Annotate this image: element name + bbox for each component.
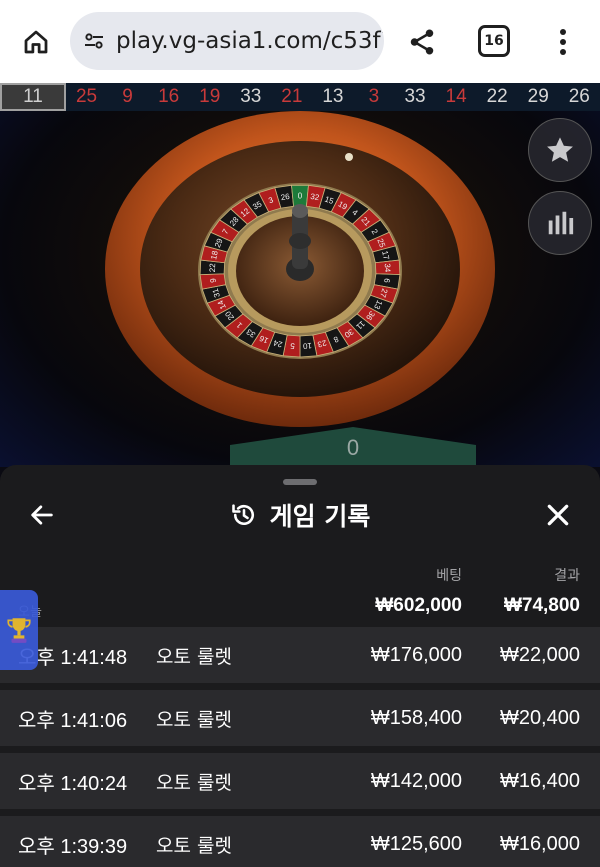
row-game: 오토 룰렛	[156, 771, 232, 794]
result-number: 13	[322, 86, 344, 107]
more-vert-icon[interactable]	[548, 22, 578, 62]
result-number: 29	[527, 86, 549, 107]
row-result: ₩20,400	[499, 706, 580, 729]
row-bet: ₩158,400	[370, 706, 462, 729]
result-number: 11	[0, 83, 66, 111]
table-row[interactable]: 오후 1:40:24 오토 룰렛 ₩142,000 ₩16,400	[0, 753, 600, 809]
result-number: 22	[486, 86, 508, 107]
row-game: 오토 룰렛	[156, 708, 232, 731]
wheel-number: 10	[302, 341, 312, 351]
results-history-strip: 11 25 9 16 19 33 21 13 3 33 14 22 29 26	[0, 83, 600, 111]
leaderboard-tab[interactable]	[0, 590, 38, 670]
table-row[interactable]: 오후 1:41:48 오토 룰렛 ₩176,000 ₩22,000	[0, 627, 600, 683]
table-row[interactable]: 오후 1:39:39 오토 룰렛 ₩125,600 ₩16,000	[0, 816, 600, 867]
total-bet: ₩602,000	[375, 595, 462, 616]
row-time: 오후 1:39:39	[18, 835, 128, 858]
wheel-number: 0	[298, 192, 303, 201]
row-result: ₩22,000	[499, 643, 580, 666]
share-icon[interactable]	[402, 22, 442, 62]
panel-title-text: 게임 기록	[269, 502, 371, 531]
trophy-icon	[7, 618, 31, 643]
url-text: play.vg-asia1.com/c53f7(	[116, 28, 384, 54]
zero-label: 0	[346, 435, 360, 460]
result-number: 19	[199, 86, 221, 107]
tab-count: 16	[484, 33, 504, 49]
row-time: 오후 1:40:24	[18, 772, 128, 795]
column-header-bet: 베팅	[436, 568, 462, 584]
row-result: ₩16,400	[499, 769, 580, 792]
result-number: 16	[158, 86, 180, 107]
game-history-panel: 게임 기록 베팅 결과 오늘 ₩602,000 ₩74,800 오후 1:41:…	[0, 465, 600, 867]
total-result: ₩74,800	[503, 595, 580, 616]
result-number: 26	[568, 86, 590, 107]
wheel-number: 34	[383, 263, 392, 273]
history-icon	[231, 504, 254, 526]
panel-title: 게임 기록	[0, 495, 600, 535]
address-bar[interactable]: play.vg-asia1.com/c53f7(	[70, 12, 384, 70]
browser-toolbar: play.vg-asia1.com/c53f7( 16	[0, 0, 600, 83]
result-number: 21	[281, 86, 303, 107]
tune-icon[interactable]	[82, 28, 106, 54]
result-number: 3	[368, 86, 380, 107]
column-header-result: 결과	[554, 568, 580, 584]
row-result: ₩16,000	[499, 832, 580, 855]
favorite-button[interactable]	[528, 118, 592, 182]
home-icon[interactable]	[16, 22, 56, 62]
statistics-button[interactable]	[528, 191, 592, 255]
row-bet: ₩176,000	[370, 643, 462, 666]
tabs-icon[interactable]: 16	[478, 25, 510, 57]
row-game: 오토 룰렛	[156, 834, 232, 857]
wheel-number: 22	[208, 263, 217, 273]
roulette-wheel: 26 0 32 15 194212251734627133611308231052416…	[105, 111, 495, 427]
screen: play.vg-asia1.com/c53f7( 16 11 25 9 16 19 33 2…	[0, 0, 600, 867]
star-icon	[547, 137, 573, 162]
result-number: 33	[240, 86, 262, 107]
drag-handle[interactable]	[283, 479, 317, 485]
row-bet: ₩125,600	[370, 832, 462, 855]
close-icon[interactable]	[538, 495, 578, 535]
result-number: 9	[122, 86, 133, 107]
result-number: 14	[445, 86, 467, 107]
game-video-area: 26 0 32 15 19 4 21 2 25 17 34 6 27 13 36 11 30 8 23 10 5 24 16…	[0, 111, 600, 467]
row-time: 오후 1:41:06	[18, 709, 128, 732]
stats-icon	[548, 211, 574, 235]
result-number: 33	[404, 86, 426, 107]
history-list: 오후 1:41:48 오토 룰렛 ₩176,000 ₩22,000 오후 1:4…	[0, 627, 600, 867]
result-number: 25	[75, 86, 98, 107]
row-game: 오토 룰렛	[156, 645, 232, 668]
row-bet: ₩142,000	[370, 769, 462, 792]
back-arrow-icon[interactable]	[22, 495, 62, 535]
table-row[interactable]: 오후 1:41:06 오토 룰렛 ₩158,400 ₩20,400	[0, 690, 600, 746]
